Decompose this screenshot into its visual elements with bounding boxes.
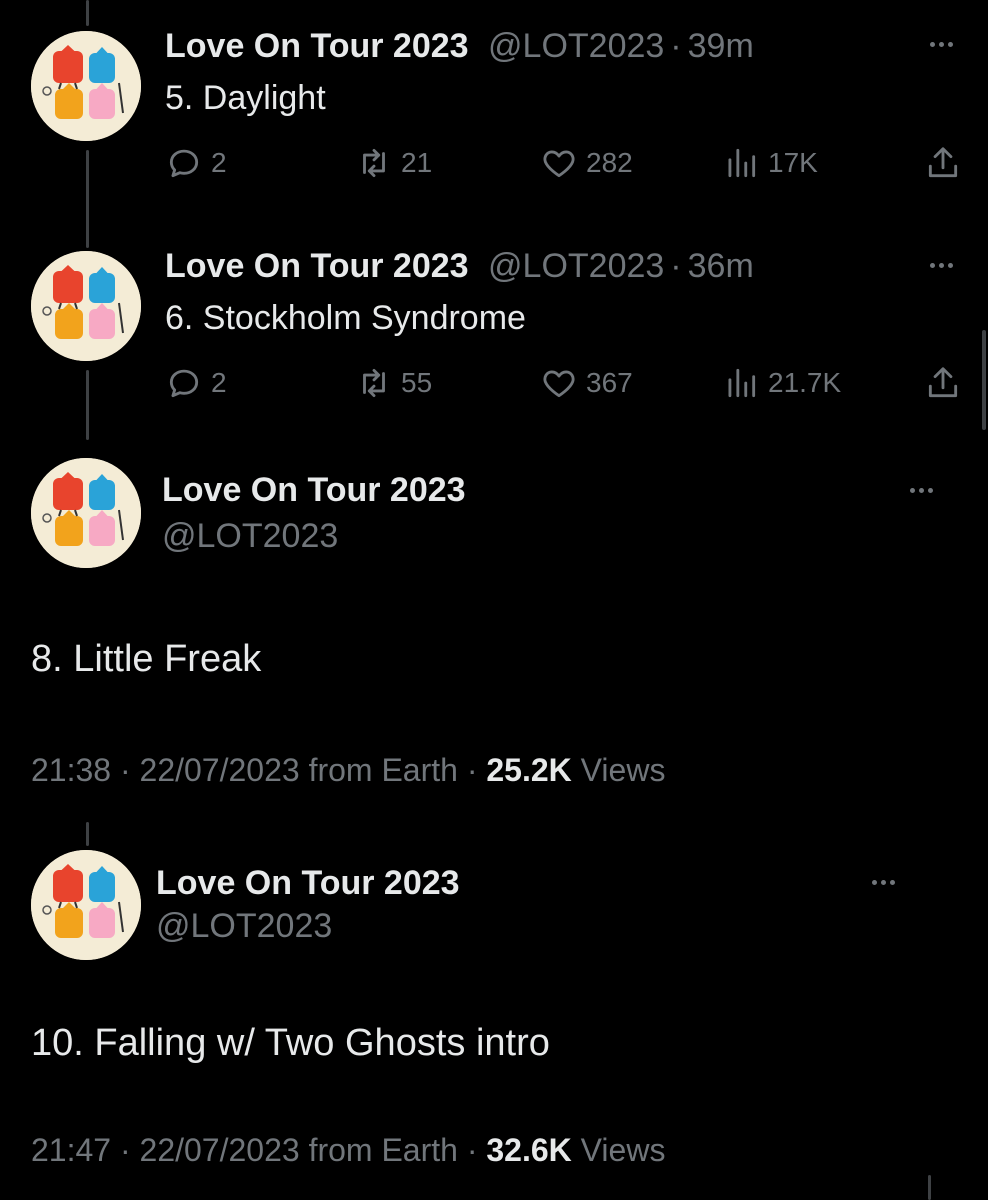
like-button[interactable]: 282: [540, 144, 633, 182]
avatar[interactable]: [31, 31, 141, 141]
author-name[interactable]: Love On Tour 2023: [165, 27, 469, 65]
avatar[interactable]: [31, 850, 141, 960]
reply-count: 2: [211, 367, 227, 398]
tweet-meta: 21:38 · 22/07/2023 from Earth · 25.2K Vi…: [31, 752, 665, 789]
share-icon: [928, 147, 958, 178]
reply-button[interactable]: 2: [165, 364, 227, 402]
retweet-button[interactable]: 21: [355, 144, 432, 182]
heart-icon: [543, 370, 575, 398]
retweet-icon: [363, 368, 385, 398]
like-button[interactable]: 367: [540, 364, 633, 402]
author-handle[interactable]: @LOT2023: [156, 906, 332, 946]
tweet-header: Love On Tour 2023 @LOT2023 · 39m: [165, 26, 754, 66]
retweet-count: 21: [401, 147, 433, 178]
author-name[interactable]: Love On Tour 2023: [162, 470, 466, 510]
tweet-time[interactable]: 21:38: [31, 752, 111, 788]
heart-icon: [543, 150, 575, 178]
tweet-header: Love On Tour 2023 @LOT2023 · 36m: [165, 246, 754, 286]
views-label: Views: [580, 1132, 666, 1168]
separator: ·: [466, 1132, 478, 1168]
tweet-source: from Earth: [308, 1132, 458, 1168]
views-count: 17K: [768, 147, 818, 178]
thread-line: [86, 150, 89, 248]
tweet-time[interactable]: 36m: [688, 247, 754, 285]
reply-count: 2: [211, 147, 227, 178]
more-icon[interactable]: [930, 42, 953, 47]
views-button[interactable]: 17K: [722, 144, 818, 182]
views-label: Views: [580, 752, 666, 788]
more-icon[interactable]: [930, 263, 953, 268]
separator: ·: [466, 752, 478, 788]
author-handle[interactable]: @LOT2023: [488, 247, 664, 285]
share-icon: [928, 367, 958, 398]
tweet-text: 10. Falling w/ Two Ghosts intro: [31, 1022, 550, 1064]
tweet-time[interactable]: 21:47: [31, 1132, 111, 1168]
separator: ·: [670, 247, 682, 285]
author-handle[interactable]: @LOT2023: [488, 27, 664, 65]
bar-chart-icon: [728, 368, 756, 398]
separator: ·: [119, 1132, 131, 1168]
views-button[interactable]: 21.7K: [722, 364, 841, 402]
tweet-text: 6. Stockholm Syndrome: [165, 299, 526, 337]
avatar[interactable]: [31, 458, 141, 568]
separator: ·: [119, 752, 131, 788]
bar-chart-icon: [728, 148, 756, 178]
avatar[interactable]: [31, 251, 141, 361]
thread-line: [86, 370, 89, 440]
like-count: 367: [586, 367, 633, 398]
author-handle[interactable]: @LOT2023: [162, 516, 338, 556]
retweet-icon: [363, 148, 385, 178]
thread-line: [86, 0, 89, 26]
thread-line: [928, 1175, 931, 1200]
like-count: 282: [586, 147, 633, 178]
tweet-text: 5. Daylight: [165, 79, 326, 117]
share-button[interactable]: [924, 144, 962, 182]
tweet-meta: 21:47 · 22/07/2023 from Earth · 32.6K Vi…: [31, 1132, 665, 1169]
scrollbar[interactable]: [982, 330, 986, 430]
share-button[interactable]: [924, 364, 962, 402]
views-count: 25.2K: [486, 752, 572, 788]
more-icon[interactable]: [872, 880, 895, 885]
tweet-date[interactable]: 22/07/2023: [140, 1132, 300, 1168]
tweet-text: 8. Little Freak: [31, 638, 262, 680]
retweet-button[interactable]: 55: [355, 364, 432, 402]
tweet-time[interactable]: 39m: [688, 27, 754, 65]
author-name[interactable]: Love On Tour 2023: [156, 863, 460, 903]
views-count: 21.7K: [768, 367, 842, 398]
thread-line: [86, 822, 89, 846]
more-icon[interactable]: [910, 488, 933, 493]
reply-icon: [169, 149, 199, 178]
reply-icon: [169, 369, 199, 398]
views-count: 32.6K: [486, 1132, 572, 1168]
tweet-source: from Earth: [308, 752, 458, 788]
reply-button[interactable]: 2: [165, 144, 227, 182]
retweet-count: 55: [401, 367, 433, 398]
tweet-date[interactable]: 22/07/2023: [140, 752, 300, 788]
author-name[interactable]: Love On Tour 2023: [165, 247, 469, 285]
separator: ·: [670, 27, 682, 65]
